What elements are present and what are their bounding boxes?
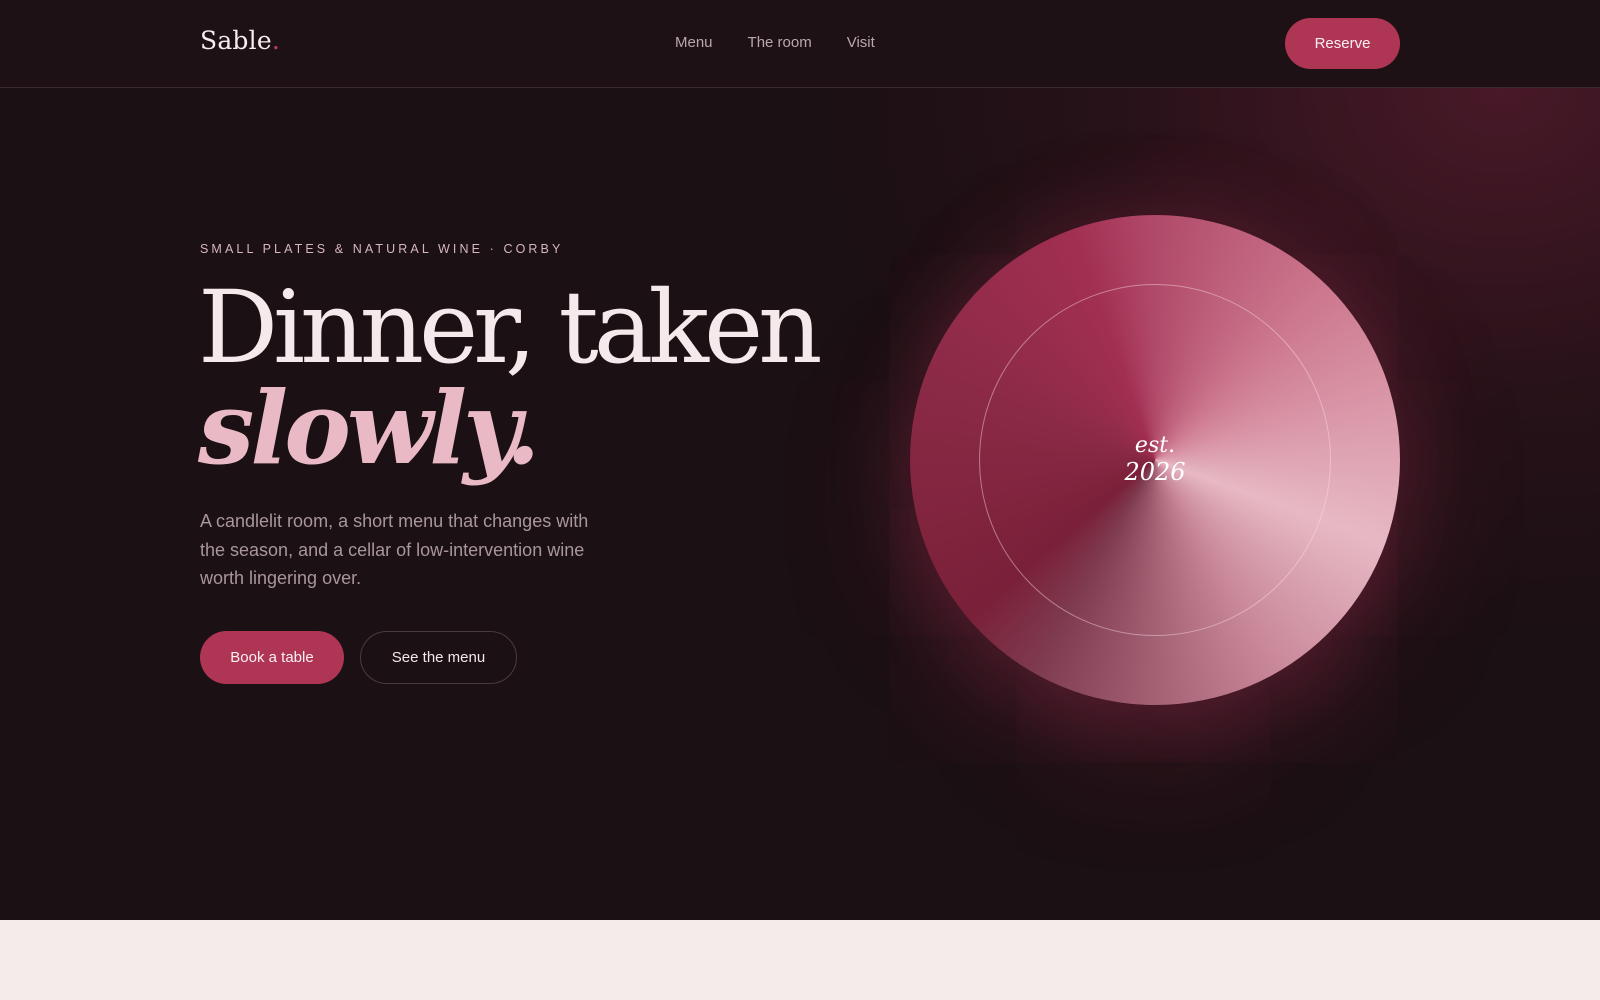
nav-link-menu[interactable]: Menu xyxy=(675,34,713,51)
logo-text: Sable xyxy=(200,26,272,55)
nav-link-visit[interactable]: Visit xyxy=(847,34,875,51)
hero-cta-group: Book a table See the menu xyxy=(200,631,517,684)
see-menu-button[interactable]: See the menu xyxy=(360,631,517,684)
main-nav: Menu The room Visit xyxy=(675,34,875,51)
nav-link-the-room[interactable]: The room xyxy=(748,34,812,51)
established-badge: est. 2026 xyxy=(910,215,1400,705)
reserve-button[interactable]: Reserve xyxy=(1285,18,1400,69)
hero-description: A candlelit room, a short menu that chan… xyxy=(200,511,589,588)
next-section xyxy=(0,920,1600,1000)
headline-line-2: slowly. xyxy=(198,369,541,487)
badge-year: 2026 xyxy=(1124,458,1186,486)
badge-text: est. 2026 xyxy=(910,215,1400,705)
hero-section: SMALL PLATES & NATURAL WINE · CORBY Dinn… xyxy=(0,88,1600,920)
book-table-button[interactable]: Book a table xyxy=(200,631,344,684)
hero-eyebrow: SMALL PLATES & NATURAL WINE · CORBY xyxy=(200,242,564,256)
badge-est-label: est. xyxy=(1134,433,1176,458)
logo-dot: . xyxy=(271,26,280,55)
hero-headline: Dinner, taken slowly. xyxy=(198,269,823,487)
site-header: Sable. Menu The room Visit Reserve xyxy=(0,0,1600,88)
headline-line-1: Dinner, taken xyxy=(198,269,823,386)
logo[interactable]: Sable. xyxy=(200,26,280,55)
